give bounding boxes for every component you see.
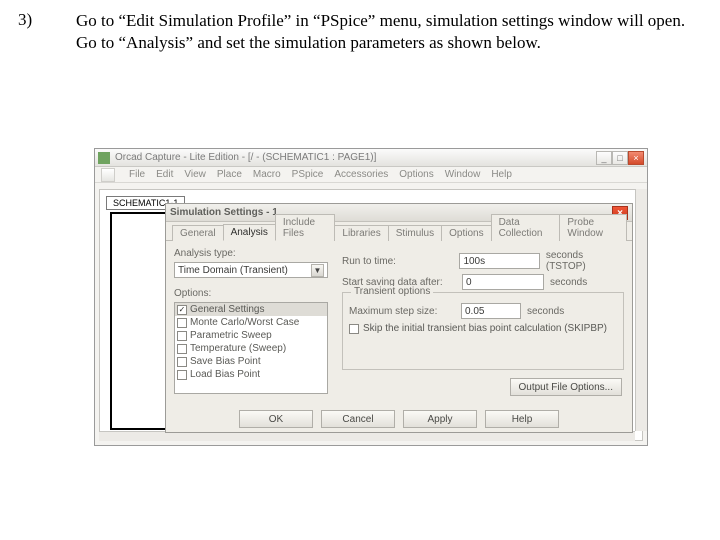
- menu-item[interactable]: Place: [217, 169, 242, 180]
- cancel-button[interactable]: Cancel: [321, 410, 395, 428]
- dialog-title: Simulation Settings - 1: [170, 207, 278, 218]
- transient-legend: Transient options: [351, 286, 433, 297]
- menu-item[interactable]: Help: [491, 169, 512, 180]
- menu-item[interactable]: Window: [445, 169, 481, 180]
- menu-item[interactable]: Options: [399, 169, 433, 180]
- app-title-text: Orcad Capture - Lite Edition - [/ - (SCH…: [115, 152, 376, 163]
- checkbox-icon[interactable]: [177, 370, 187, 380]
- tab-include-files[interactable]: Include Files: [275, 214, 336, 241]
- help-button[interactable]: Help: [485, 410, 559, 428]
- tab-libraries[interactable]: Libraries: [334, 225, 388, 241]
- skip-bias-checkbox[interactable]: [349, 324, 359, 334]
- doc-icon: [101, 168, 115, 182]
- option-label: Parametric Sweep: [190, 330, 272, 341]
- option-load-bias[interactable]: Load Bias Point: [175, 368, 327, 381]
- option-monte-carlo[interactable]: Monte Carlo/Worst Case: [175, 316, 327, 329]
- analysis-type-combo[interactable]: Time Domain (Transient) ▼: [174, 262, 328, 278]
- checkbox-icon[interactable]: [177, 357, 187, 367]
- apply-button[interactable]: Apply: [403, 410, 477, 428]
- option-label: Temperature (Sweep): [190, 343, 286, 354]
- transient-options-group: Transient options Maximum step size: 0.0…: [342, 292, 624, 370]
- option-label: General Settings: [190, 304, 265, 315]
- dialog-tabs: General Analysis Include Files Libraries…: [166, 222, 632, 241]
- menu-item[interactable]: Accessories: [334, 169, 388, 180]
- option-temperature-sweep[interactable]: Temperature (Sweep): [175, 342, 327, 355]
- run-to-input[interactable]: 100s: [459, 253, 539, 269]
- max-step-input[interactable]: 0.05: [461, 303, 521, 319]
- app-icon: [98, 152, 110, 164]
- analysis-type-value: Time Domain (Transient): [178, 265, 288, 276]
- minimize-button[interactable]: _: [596, 151, 612, 165]
- option-label: Monte Carlo/Worst Case: [190, 317, 299, 328]
- option-label: Load Bias Point: [190, 369, 260, 380]
- option-save-bias[interactable]: Save Bias Point: [175, 355, 327, 368]
- tab-stimulus[interactable]: Stimulus: [388, 225, 442, 241]
- step-number: 3): [18, 10, 76, 54]
- start-saving-input[interactable]: 0: [462, 274, 544, 290]
- options-label: Options:: [174, 288, 211, 299]
- tab-general[interactable]: General: [172, 225, 224, 241]
- tab-analysis[interactable]: Analysis: [223, 224, 276, 241]
- option-label: Save Bias Point: [190, 356, 261, 367]
- tab-probe-window[interactable]: Probe Window: [559, 214, 627, 241]
- skip-bias-label: Skip the initial transient bias point ca…: [363, 323, 607, 334]
- checkbox-icon[interactable]: [177, 331, 187, 341]
- start-saving-unit: seconds: [550, 277, 587, 288]
- chevron-down-icon: ▼: [311, 264, 324, 277]
- output-file-options-button[interactable]: Output File Options...: [510, 378, 623, 396]
- menu-item[interactable]: Macro: [253, 169, 281, 180]
- options-list[interactable]: ✓General Settings Monte Carlo/Worst Case…: [174, 302, 328, 394]
- menu-item[interactable]: File: [129, 169, 145, 180]
- app-titlebar: Orcad Capture - Lite Edition - [/ - (SCH…: [95, 149, 647, 167]
- simulation-settings-dialog: Simulation Settings - 1 × General Analys…: [165, 203, 633, 433]
- run-to-label: Run to time:: [342, 256, 459, 267]
- step-text: Go to “Edit Simulation Profile” in “PSpi…: [76, 10, 702, 54]
- menu-item[interactable]: Edit: [156, 169, 173, 180]
- max-step-unit: seconds: [527, 306, 564, 317]
- menu-item[interactable]: View: [184, 169, 206, 180]
- run-to-unit: seconds (TSTOP): [546, 250, 624, 272]
- analysis-type-label: Analysis type:: [174, 248, 236, 259]
- tab-data-collection[interactable]: Data Collection: [491, 214, 561, 241]
- checkbox-icon[interactable]: [177, 344, 187, 354]
- ok-button[interactable]: OK: [239, 410, 313, 428]
- option-general-settings[interactable]: ✓General Settings: [175, 303, 327, 316]
- app-window: Orcad Capture - Lite Edition - [/ - (SCH…: [94, 148, 648, 446]
- checkbox-icon[interactable]: [177, 318, 187, 328]
- max-step-label: Maximum step size:: [349, 306, 461, 317]
- menu-item[interactable]: PSpice: [292, 169, 324, 180]
- close-button[interactable]: ×: [628, 151, 644, 165]
- maximize-button[interactable]: □: [612, 151, 628, 165]
- vertical-toolbar: [635, 189, 647, 431]
- checkbox-icon[interactable]: ✓: [177, 305, 187, 315]
- app-menubar: File Edit View Place Macro PSpice Access…: [95, 167, 647, 183]
- option-parametric-sweep[interactable]: Parametric Sweep: [175, 329, 327, 342]
- tab-options[interactable]: Options: [441, 225, 491, 241]
